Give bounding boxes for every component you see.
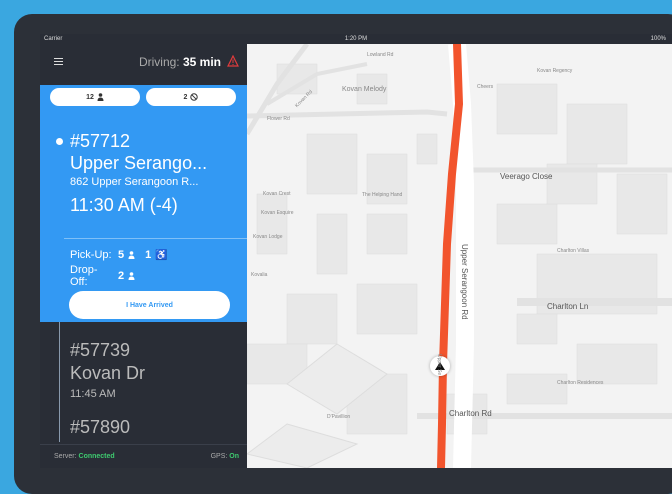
server-connected: Connected [78, 453, 115, 460]
active-stop-time: 11:30 AM (-4) [70, 195, 178, 215]
dropoff-label: Drop-Off: [70, 264, 98, 288]
battery-label: 100% [650, 36, 666, 42]
map-label: Charlton Villas [557, 248, 590, 254]
passenger-filter-button[interactable]: 12 [50, 88, 140, 106]
map-view[interactable]: Veerago Close Upper Serangoon Rd Charlto… [247, 44, 672, 468]
driving-label: Driving: [138, 55, 180, 69]
pickup-label: Pick-Up: [70, 249, 112, 261]
gps-status: GPS: On [211, 453, 239, 460]
no-entry-icon [190, 93, 199, 101]
map-label: Veerago Close [500, 172, 553, 181]
person-icon [128, 251, 135, 259]
map-label: Kovan Regency [537, 68, 573, 74]
map-label: D'Pavillion [327, 414, 351, 420]
server-label: Server: [54, 453, 77, 460]
map-label: The Helping Hand [362, 192, 403, 198]
i-have-arrived-button[interactable]: I Have Arrived [69, 291, 230, 319]
pickup-count: 5 [118, 249, 125, 261]
map-label: Kovan Esquire [261, 210, 294, 216]
gps-on: On [229, 453, 239, 460]
noshow-count: 2 [183, 93, 188, 101]
timeline-dot [56, 138, 63, 145]
clock: 1:20 PM [344, 36, 368, 42]
stop-name: Kovan Dr [70, 363, 146, 383]
dropoff-row: Drop-Off: 2 [70, 264, 135, 288]
driving-status: Driving: 35 min [139, 55, 221, 69]
wheelchair-icon: ♿ [155, 249, 168, 261]
sidebar-header: Driving: 35 min [40, 44, 247, 78]
device-notch [156, 22, 220, 28]
active-stop-card[interactable]: #57712 Upper Serango... 862 Upper Serang… [40, 113, 247, 322]
map-label: Charlton Ln [547, 302, 589, 311]
active-stop-address: 862 Upper Serangoon R... [70, 176, 199, 188]
stop-time: 11:45 AM [70, 388, 116, 400]
map-label: Kovalia [251, 272, 268, 278]
map-label: Upper Se [436, 354, 442, 376]
pickup-row: Pick-Up: 5 1 ♿ [70, 249, 168, 261]
map-label: Flower Rd [267, 116, 290, 122]
passenger-count: 12 [86, 93, 94, 101]
active-stop-name: Upper Serango... [70, 153, 208, 173]
card-divider [64, 238, 247, 239]
alert-icon[interactable] [227, 55, 239, 67]
map-label: Kovan Crest [263, 191, 291, 197]
dropoff-count: 2 [118, 270, 125, 282]
map-label: Kovan Lodge [253, 234, 283, 240]
driving-duration: 35 min [182, 55, 221, 69]
sidebar: Driving: 35 min 12 2 #57712 Upper Serang… [40, 44, 247, 468]
noshow-filter-button[interactable]: 2 [146, 88, 236, 106]
pickup-wheelchair-count: 1 [145, 249, 152, 261]
active-stop-id: #57712 [70, 131, 131, 151]
status-bar: Carrier 1:20 PM 100% [40, 34, 672, 44]
menu-icon[interactable] [54, 58, 63, 65]
map-label: Kovan Melody [342, 86, 387, 93]
timeline-line [59, 322, 60, 442]
map-label: Charlton Rd [449, 409, 492, 418]
gps-label: GPS: [210, 453, 228, 460]
connection-footer: Server: Connected GPS: On [40, 444, 247, 468]
person-icon [97, 93, 104, 101]
stop-id: #57890 [70, 417, 131, 437]
map-label: Lowland Rd [367, 52, 394, 58]
map-label: Upper Serangoon Rd [460, 244, 469, 320]
filter-bar: 12 2 [40, 85, 247, 113]
server-status: Server: Connected [54, 453, 115, 460]
map-label: Cheers [477, 84, 494, 90]
map-label: Charlton Residences [557, 380, 604, 386]
app-screen: Carrier 1:20 PM 100% Driving: 35 min 12 … [40, 34, 672, 468]
stop-id: #57739 [70, 340, 131, 360]
person-icon [128, 272, 135, 280]
